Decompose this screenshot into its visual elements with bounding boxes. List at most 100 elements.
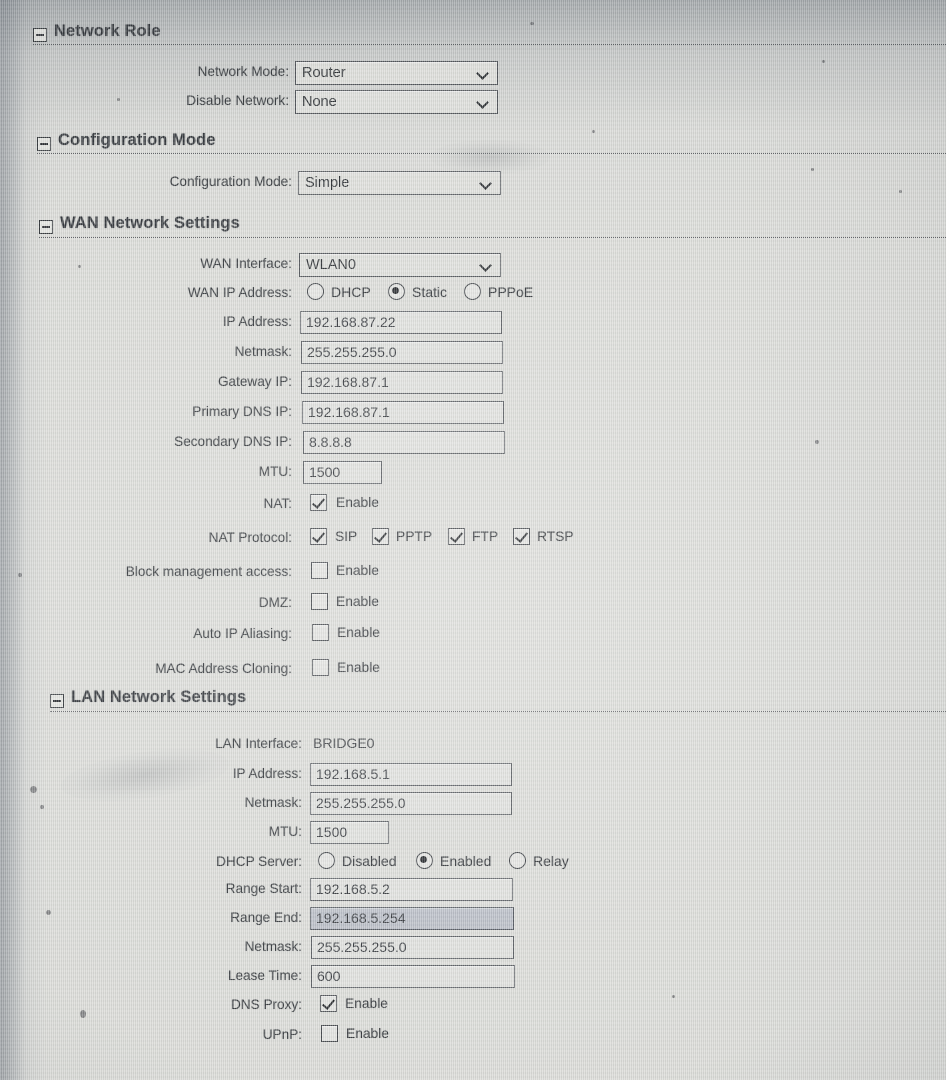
row-lan-mtu: MTU: 1500	[0, 821, 946, 850]
wan-ip-address-label: WAN IP Address:	[187, 285, 292, 300]
network-mode-label: Network Mode:	[197, 64, 289, 79]
upnp-label: UPnP:	[262, 1027, 302, 1042]
row-network-mode: Network Mode: Router	[0, 61, 946, 90]
nat-label: NAT:	[263, 496, 292, 511]
row-lan-upnp: UPnP: Enable	[0, 1024, 946, 1053]
checkbox-nat-sip[interactable]	[310, 528, 327, 545]
checkbox-nat-rtsp[interactable]	[513, 528, 530, 545]
row-wan-interface: WAN Interface: WLAN0	[0, 253, 946, 282]
checkbox-label-auto-ip-aliasing: Enable	[337, 625, 380, 640]
radio-wan-static[interactable]	[388, 283, 405, 300]
row-lan-lease-time: Lease Time: 600	[0, 965, 946, 994]
primary-dns-ip-input[interactable]: 192.168.87.1	[302, 401, 504, 424]
checkbox-nat-pptp[interactable]	[372, 528, 389, 545]
checkbox-nat-enable[interactable]	[310, 494, 327, 511]
checkbox-block-management-access[interactable]	[311, 562, 328, 579]
radio-dhcp-disabled[interactable]	[318, 852, 335, 869]
row-lan-ip-address: IP Address: 192.168.5.1	[0, 763, 946, 792]
netmask-input[interactable]: 255.255.255.0	[301, 341, 503, 364]
lan-mtu-input[interactable]: 1500	[310, 821, 389, 844]
section-lan-network-settings: LAN Network Settings LAN Interface: BRID…	[0, 688, 946, 1042]
disable-network-value: None	[302, 94, 337, 110]
ip-address-input[interactable]: 192.168.87.22	[300, 311, 502, 334]
mtu-label: MTU:	[258, 464, 292, 479]
row-wan-nat: NAT: Enable	[0, 493, 946, 522]
row-wan-ip-address-mode: WAN IP Address: DHCP Static PPPoE	[0, 282, 946, 311]
checkbox-nat-ftp[interactable]	[448, 528, 465, 545]
row-wan-mac-address-cloning: MAC Address Cloning: Enable	[0, 658, 946, 687]
lan-interface-value: BRIDGE0	[313, 735, 375, 751]
dmz-label: DMZ:	[258, 595, 292, 610]
lease-time-input[interactable]: 600	[311, 965, 515, 988]
checkbox-dns-proxy[interactable]	[320, 995, 337, 1012]
row-wan-nat-protocol: NAT Protocol: SIP PPTP FTP RTSP	[0, 527, 946, 556]
section-network-role: Network Role Network Mode: Router Disabl…	[0, 22, 946, 114]
section-title: LAN Network Settings	[71, 688, 247, 706]
auto-ip-aliasing-label: Auto IP Aliasing:	[193, 626, 292, 641]
row-wan-mtu: MTU: 1500	[0, 461, 946, 490]
row-wan-primary-dns: Primary DNS IP: 192.168.87.1	[0, 401, 946, 430]
network-mode-value: Router	[302, 65, 346, 81]
gateway-ip-label: Gateway IP:	[217, 374, 292, 389]
mtu-input[interactable]: 1500	[303, 461, 382, 484]
chevron-down-icon	[481, 261, 492, 268]
row-disable-network: Disable Network: None	[0, 90, 946, 119]
nat-protocol-label: NAT Protocol:	[208, 530, 292, 545]
lan-ip-address-input[interactable]: 192.168.5.1	[310, 763, 512, 786]
checkbox-auto-ip-aliasing[interactable]	[312, 624, 329, 641]
radio-wan-pppoe[interactable]	[464, 283, 481, 300]
range-start-input[interactable]: 192.168.5.2	[310, 878, 513, 901]
checkbox-label-block-management-access: Enable	[336, 563, 379, 578]
section-title: Network Role	[54, 22, 161, 40]
collapse-minus-icon[interactable]	[50, 694, 64, 708]
checkbox-label-dmz: Enable	[336, 594, 379, 609]
dhcp-netmask-input[interactable]: 255.255.255.0	[311, 936, 514, 959]
lan-mtu-label: MTU:	[268, 824, 302, 839]
wan-interface-label: WAN Interface:	[200, 256, 292, 271]
netmask-label: Netmask:	[234, 344, 292, 359]
collapse-minus-icon[interactable]	[33, 28, 47, 42]
checkbox-label-nat-pptp: PPTP	[396, 529, 433, 544]
network-configuration-page: Network Role Network Mode: Router Disabl…	[0, 0, 946, 1080]
gateway-ip-input[interactable]: 192.168.87.1	[301, 371, 503, 394]
radio-dhcp-relay[interactable]	[509, 852, 526, 869]
dns-proxy-label: DNS Proxy:	[230, 997, 302, 1012]
section-configuration-mode: Configuration Mode Configuration Mode: S…	[0, 131, 946, 195]
checkbox-upnp[interactable]	[321, 1025, 338, 1042]
checkbox-label-nat-sip: SIP	[335, 529, 358, 544]
row-configuration-mode: Configuration Mode: Simple	[0, 171, 946, 200]
range-end-input[interactable]: 192.168.5.254	[310, 907, 514, 930]
row-lan-dns-proxy: DNS Proxy: Enable	[0, 994, 946, 1023]
checkbox-dmz[interactable]	[311, 593, 328, 610]
lan-netmask-input[interactable]: 255.255.255.0	[310, 792, 512, 815]
row-lan-range-start: Range Start: 192.168.5.2	[0, 878, 946, 907]
radio-label-wan-dhcp: DHCP	[331, 284, 371, 300]
collapse-minus-icon[interactable]	[39, 220, 53, 234]
block-management-access-label: Block management access:	[125, 564, 292, 579]
radio-wan-dhcp[interactable]	[307, 283, 324, 300]
wan-interface-select[interactable]: WLAN0	[299, 253, 501, 277]
lan-interface-label: LAN Interface:	[215, 736, 302, 751]
section-wan-network-settings: WAN Network Settings WAN Interface: WLAN…	[0, 214, 946, 676]
radio-label-dhcp-relay: Relay	[533, 853, 569, 869]
row-lan-dhcp-server: DHCP Server: Disabled Enabled Relay	[0, 851, 946, 880]
section-header-configuration-mode[interactable]: Configuration Mode	[0, 131, 946, 157]
secondary-dns-ip-input[interactable]: 8.8.8.8	[303, 431, 505, 454]
collapse-minus-icon[interactable]	[37, 137, 51, 151]
checkbox-mac-address-cloning[interactable]	[312, 659, 329, 676]
configuration-mode-select[interactable]: Simple	[298, 171, 501, 195]
section-header-wan[interactable]: WAN Network Settings	[0, 214, 946, 240]
row-wan-ip-address: IP Address: 192.168.87.22	[0, 311, 946, 340]
row-lan-dhcp-netmask: Netmask: 255.255.255.0	[0, 936, 946, 965]
radio-dhcp-enabled[interactable]	[416, 852, 433, 869]
disable-network-label: Disable Network:	[186, 93, 289, 108]
radio-label-dhcp-enabled: Enabled	[440, 853, 492, 869]
section-title: Configuration Mode	[58, 131, 216, 149]
disable-network-select[interactable]: None	[295, 90, 498, 114]
section-divider	[37, 153, 946, 155]
network-mode-select[interactable]: Router	[295, 61, 498, 85]
range-end-label: Range End:	[230, 910, 302, 925]
section-header-lan[interactable]: LAN Network Settings	[0, 688, 946, 714]
section-divider	[39, 237, 946, 239]
section-header-network-role[interactable]: Network Role	[0, 22, 946, 48]
